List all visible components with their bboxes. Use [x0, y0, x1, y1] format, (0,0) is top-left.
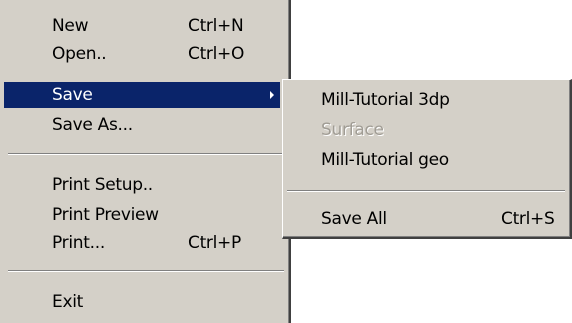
menu-item-print-preview[interactable]: Print Preview: [4, 202, 280, 228]
menu-separator: [8, 153, 284, 155]
menu-item-label: Surface: [321, 120, 384, 140]
menu-item-label: Save All: [321, 209, 387, 229]
menu-separator: [8, 270, 284, 272]
file-menu: New Ctrl+N Open.. Ctrl+O Save Save As...…: [0, 0, 291, 323]
menu-item-shortcut: Ctrl+S: [501, 209, 555, 229]
submenu-item-mill-tutorial-geo[interactable]: Mill-Tutorial geo: [286, 147, 568, 173]
menu-item-label: Mill-Tutorial 3dp: [321, 90, 450, 110]
menu-item-label: New: [52, 16, 89, 36]
menu-separator: [287, 190, 565, 192]
menu-item-label: Print...: [52, 233, 105, 253]
menu-item-shortcut: Ctrl+O: [188, 44, 245, 64]
submenu-item-mill-tutorial-3dp[interactable]: Mill-Tutorial 3dp: [286, 87, 568, 113]
menu-item-label: Print Preview: [52, 205, 159, 225]
menu-item-label: Mill-Tutorial geo: [321, 150, 449, 170]
menu-item-print[interactable]: Print... Ctrl+P: [4, 230, 280, 256]
submenu-item-surface: Surface: [286, 117, 568, 143]
menu-item-exit[interactable]: Exit: [4, 289, 280, 315]
save-submenu: Mill-Tutorial 3dp Surface Mill-Tutorial …: [282, 79, 572, 239]
menu-item-label: Save: [52, 85, 93, 105]
menu-item-open[interactable]: Open.. Ctrl+O: [4, 41, 280, 67]
menu-item-label: Exit: [52, 292, 83, 312]
menu-item-shortcut: Ctrl+P: [188, 233, 241, 253]
menu-item-label: Save As...: [52, 115, 133, 135]
menu-item-label: Print Setup..: [52, 175, 153, 195]
menu-item-print-setup[interactable]: Print Setup..: [4, 172, 280, 198]
menu-item-save-as[interactable]: Save As...: [4, 112, 280, 138]
menu-item-new[interactable]: New Ctrl+N: [4, 13, 280, 39]
submenu-item-save-all[interactable]: Save All Ctrl+S: [286, 206, 568, 232]
menu-item-shortcut: Ctrl+N: [188, 16, 244, 36]
menu-item-save[interactable]: Save: [4, 82, 280, 108]
menu-item-label: Open..: [52, 44, 107, 64]
chevron-right-icon: [270, 91, 274, 99]
